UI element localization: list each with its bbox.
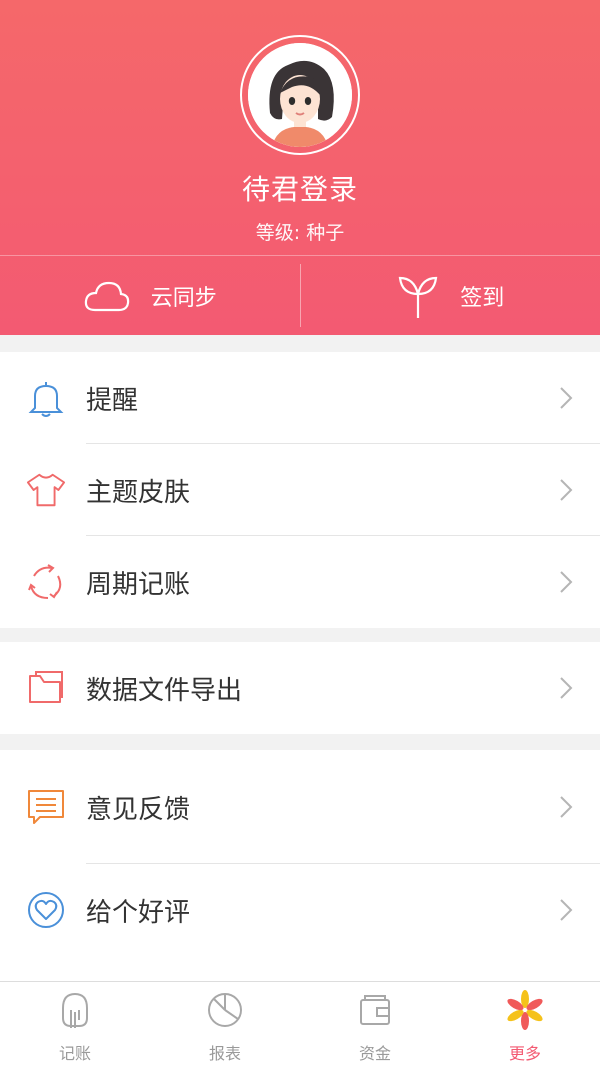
tab-reports[interactable]: 报表 xyxy=(150,982,300,1067)
menu-item-label: 意见反馈 xyxy=(86,794,191,825)
menu-group-1: 提醒 主题皮肤 周期记账 xyxy=(0,352,600,628)
action-bar: 云同步 签到 xyxy=(0,255,600,335)
tab-label: 资金 xyxy=(358,1044,391,1063)
cloud-icon xyxy=(83,278,131,314)
tab-label: 记账 xyxy=(58,1044,91,1063)
avatar[interactable] xyxy=(240,35,360,155)
chevron-right-icon xyxy=(560,571,573,593)
menu-item-label: 周期记账 xyxy=(86,569,191,600)
chevron-right-icon xyxy=(560,796,573,818)
menu-item-label: 给个好评 xyxy=(86,897,191,928)
chevron-right-icon xyxy=(560,677,573,699)
feedback-icon xyxy=(26,787,66,827)
menu-item-label: 数据文件导出 xyxy=(86,675,243,706)
menu-item-reminder[interactable]: 提醒 xyxy=(0,352,600,444)
menu-item-label: 提醒 xyxy=(86,385,139,416)
tab-label: 报表 xyxy=(208,1044,241,1063)
tshirt-icon xyxy=(26,470,66,510)
username[interactable]: 待君登录 xyxy=(0,168,600,208)
flower-icon xyxy=(505,990,545,1030)
menu-item-rate[interactable]: 给个好评 xyxy=(0,864,600,956)
checkin-button[interactable]: 签到 xyxy=(299,264,600,327)
tab-label: 更多 xyxy=(508,1044,541,1063)
menu-item-label: 主题皮肤 xyxy=(86,477,191,508)
menu-item-periodic[interactable]: 周期记账 xyxy=(0,536,600,628)
heart-icon xyxy=(26,890,66,930)
girl-avatar-icon xyxy=(248,43,352,147)
menu-item-export[interactable]: 数据文件导出 xyxy=(0,642,600,734)
chevron-right-icon xyxy=(560,899,573,921)
folder-icon xyxy=(26,668,66,708)
menu-item-theme[interactable]: 主题皮肤 xyxy=(0,444,600,536)
bell-icon xyxy=(26,378,66,418)
hand-pen-icon xyxy=(55,990,95,1030)
profile-header: 待君登录 等级: 种子 云同步 签到 xyxy=(0,0,600,335)
chevron-right-icon xyxy=(560,479,573,501)
checkin-label: 签到 xyxy=(460,285,505,311)
wallet-icon xyxy=(355,990,395,1030)
tab-funds[interactable]: 资金 xyxy=(300,982,450,1067)
user-level: 等级: 种子 xyxy=(255,222,345,244)
sprout-icon xyxy=(396,272,440,320)
cycle-icon xyxy=(26,562,66,602)
cloud-sync-label: 云同步 xyxy=(150,285,217,311)
tab-bookkeeping[interactable]: 记账 xyxy=(0,982,150,1067)
chevron-right-icon xyxy=(560,387,573,409)
menu-item-feedback[interactable]: 意见反馈 xyxy=(0,750,600,864)
bottom-tab-bar: 记账 报表 资金 更多 xyxy=(0,981,600,1067)
pie-chart-icon xyxy=(205,990,245,1030)
menu-group-2: 数据文件导出 xyxy=(0,642,600,734)
cloud-sync-button[interactable]: 云同步 xyxy=(0,256,300,335)
tab-more[interactable]: 更多 xyxy=(450,982,600,1067)
menu-group-3: 意见反馈 给个好评 xyxy=(0,750,600,981)
